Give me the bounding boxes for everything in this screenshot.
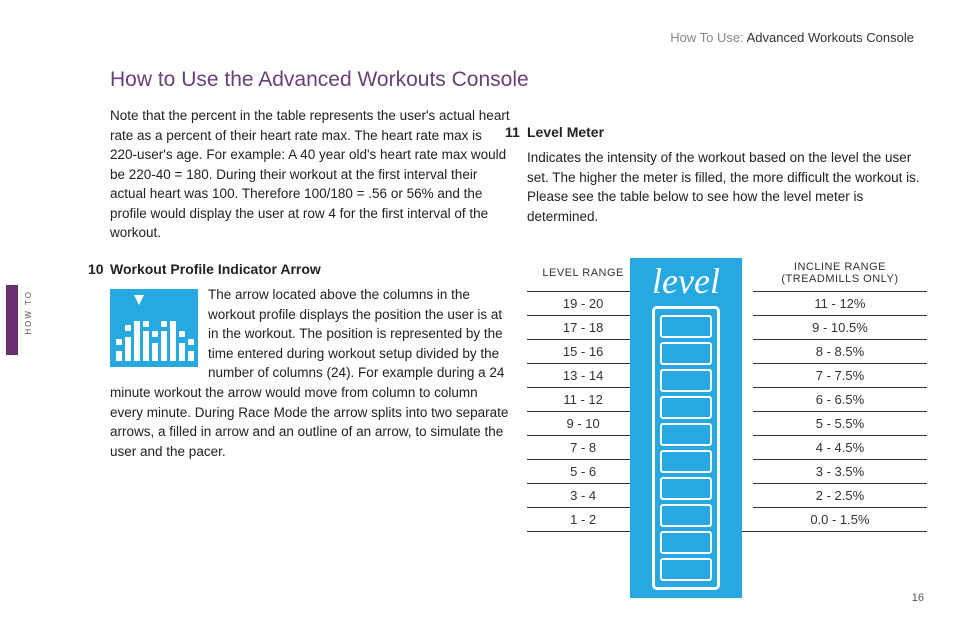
meter-segment <box>660 504 712 527</box>
section-11-title: Level Meter <box>527 122 604 142</box>
breadcrumb-prefix: How To Use: <box>670 30 746 45</box>
col-header-level: LEVEL RANGE <box>527 260 639 292</box>
breadcrumb-current: Advanced Workouts Console <box>747 30 914 45</box>
right-column: 11 Level Meter Indicates the intensity o… <box>527 106 927 237</box>
incline-range-cell: 11 - 12% <box>753 292 927 316</box>
level-range-cell: 5 - 6 <box>527 460 639 484</box>
page-title: How to Use the Advanced Workouts Console <box>110 68 529 92</box>
incline-range-cell: 4 - 4.5% <box>753 436 927 460</box>
level-range-cell: 7 - 8 <box>527 436 639 460</box>
incline-range-cell: 5 - 5.5% <box>753 412 927 436</box>
section-10-title: Workout Profile Indicator Arrow <box>110 259 321 279</box>
incline-range-cell: 9 - 10.5% <box>753 316 927 340</box>
incline-range-cell: 3 - 3.5% <box>753 460 927 484</box>
level-range-cell: 1 - 2 <box>527 508 639 532</box>
page-number: 16 <box>912 592 924 604</box>
meter-segment <box>660 558 712 581</box>
meter-segment <box>660 369 712 392</box>
section-10-number: 10 <box>88 259 110 279</box>
level-meter-label: level <box>630 258 742 302</box>
col-header-incline: INCLINE RANGE (TREADMILLS ONLY) <box>753 260 927 292</box>
level-range-cell: 13 - 14 <box>527 364 639 388</box>
incline-range-cell: 8 - 8.5% <box>753 340 927 364</box>
level-range-cell: 9 - 10 <box>527 412 639 436</box>
arrow-icon <box>134 295 144 305</box>
incline-range-cell: 7 - 7.5% <box>753 364 927 388</box>
meter-segment <box>660 342 712 365</box>
meter-segment <box>660 423 712 446</box>
meter-segment <box>660 396 712 419</box>
meter-segment <box>660 477 712 500</box>
level-meter-track <box>652 306 720 590</box>
level-range-cell: 11 - 12 <box>527 388 639 412</box>
meter-segment <box>660 315 712 338</box>
incline-range-cell: 6 - 6.5% <box>753 388 927 412</box>
meter-segment <box>660 450 712 473</box>
incline-range-cell: 2 - 2.5% <box>753 484 927 508</box>
level-meter-graphic: level <box>630 258 742 598</box>
left-column: Note that the percent in the table repre… <box>110 106 510 471</box>
level-range-cell: 17 - 18 <box>527 316 639 340</box>
incline-range-cell: 0.0 - 1.5% <box>753 508 927 532</box>
workout-profile-icon <box>110 289 198 367</box>
section-11-body: Indicates the intensity of the workout b… <box>527 148 927 226</box>
section-10-heading: 10 Workout Profile Indicator Arrow <box>110 259 510 279</box>
level-range-cell: 19 - 20 <box>527 292 639 316</box>
intro-paragraph: Note that the percent in the table repre… <box>110 106 510 243</box>
meter-segment <box>660 531 712 554</box>
section-11-number: 11 <box>505 122 527 142</box>
side-tab-label: HOW TO <box>24 290 33 335</box>
section-11-heading: 11 Level Meter <box>527 122 927 142</box>
level-range-cell: 15 - 16 <box>527 340 639 364</box>
breadcrumb: How To Use: Advanced Workouts Console <box>670 30 914 45</box>
level-range-cell: 3 - 4 <box>527 484 639 508</box>
side-tab-decoration <box>6 285 18 355</box>
